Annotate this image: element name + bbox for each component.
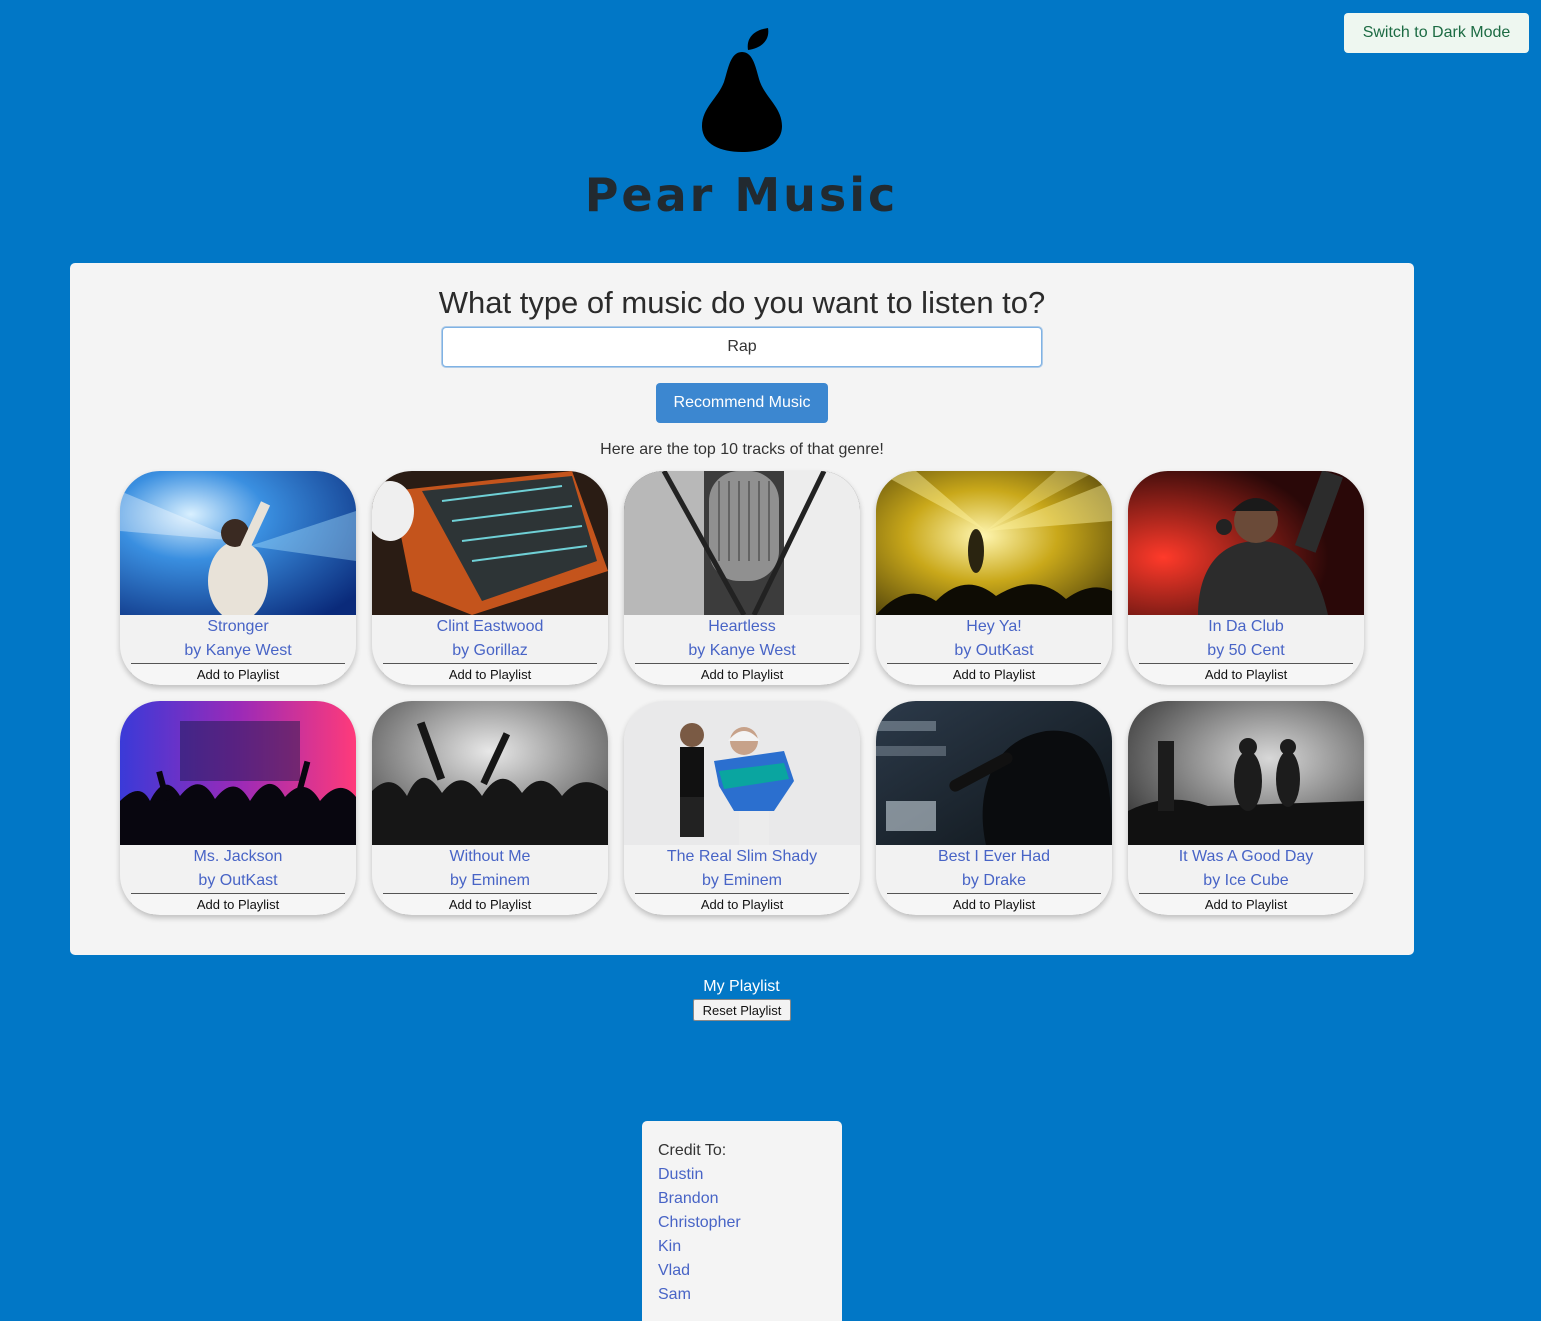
track-title[interactable]: Without Me xyxy=(372,845,608,869)
track-artist[interactable]: by Ice Cube xyxy=(1128,869,1364,893)
recommend-music-button[interactable]: Recommend Music xyxy=(656,383,828,423)
track-card: It Was A Good Day by Ice Cube Add to Pla… xyxy=(1128,701,1364,915)
results-caption: Here are the top 10 tracks of that genre… xyxy=(600,441,884,458)
track-title[interactable]: Hey Ya! xyxy=(876,615,1112,639)
track-artist[interactable]: by 50 Cent xyxy=(1128,639,1364,663)
credit-link-vlad[interactable]: Vlad xyxy=(658,1259,826,1283)
track-card: Stronger by Kanye West Add to Playlist xyxy=(120,471,356,685)
track-cover-image xyxy=(372,471,608,615)
track-title[interactable]: Best I Ever Had xyxy=(876,845,1112,869)
track-cover-image xyxy=(624,701,860,845)
track-cover-image xyxy=(120,701,356,845)
track-title[interactable]: Heartless xyxy=(624,615,860,639)
pear-logo-icon xyxy=(702,28,782,152)
track-cover-image xyxy=(120,471,356,615)
credit-link-brandon[interactable]: Brandon xyxy=(658,1187,826,1211)
genre-input[interactable] xyxy=(442,327,1042,367)
recommendation-panel: What type of music do you want to listen… xyxy=(70,263,1414,955)
track-cover-image xyxy=(1128,701,1364,845)
add-to-playlist-button[interactable]: Add to Playlist xyxy=(1139,893,1353,915)
track-cover-image xyxy=(876,471,1112,615)
track-title[interactable]: It Was A Good Day xyxy=(1128,845,1364,869)
add-to-playlist-button[interactable]: Add to Playlist xyxy=(383,663,597,685)
track-title[interactable]: Stronger xyxy=(120,615,356,639)
track-card: The Real Slim Shady by Eminem Add to Pla… xyxy=(624,701,860,915)
credit-link-sam[interactable]: Sam xyxy=(658,1283,826,1307)
track-title[interactable]: In Da Club xyxy=(1128,615,1364,639)
track-cover-image xyxy=(624,471,860,615)
brand-title: Pear Music xyxy=(584,168,899,222)
add-to-playlist-button[interactable]: Add to Playlist xyxy=(635,663,849,685)
track-cover-image xyxy=(1128,471,1364,615)
credit-link-christopher[interactable]: Christopher xyxy=(658,1211,826,1235)
add-to-playlist-button[interactable]: Add to Playlist xyxy=(131,663,345,685)
track-artist[interactable]: by Kanye West xyxy=(624,639,860,663)
credit-link-dustin[interactable]: Dustin xyxy=(658,1163,826,1187)
track-title[interactable]: Clint Eastwood xyxy=(372,615,608,639)
add-to-playlist-button[interactable]: Add to Playlist xyxy=(1139,663,1353,685)
credit-link-kin[interactable]: Kin xyxy=(658,1235,826,1259)
track-cover-image xyxy=(876,701,1112,845)
track-cover-image xyxy=(372,701,608,845)
track-card: Without Me by Eminem Add to Playlist xyxy=(372,701,608,915)
track-artist[interactable]: by Eminem xyxy=(372,869,608,893)
track-card: Best I Ever Had by Drake Add to Playlist xyxy=(876,701,1112,915)
credits-label: Credit To: xyxy=(658,1142,727,1159)
add-to-playlist-button[interactable]: Add to Playlist xyxy=(383,893,597,915)
genre-question: What type of music do you want to listen… xyxy=(438,285,1046,320)
track-card: Hey Ya! by OutKast Add to Playlist xyxy=(876,471,1112,685)
track-card: Heartless by Kanye West Add to Playlist xyxy=(624,471,860,685)
track-artist[interactable]: by Eminem xyxy=(624,869,860,893)
track-artist[interactable]: by OutKast xyxy=(876,639,1112,663)
add-to-playlist-button[interactable]: Add to Playlist xyxy=(635,893,849,915)
track-artist[interactable]: by OutKast xyxy=(120,869,356,893)
track-card: Clint Eastwood by Gorillaz Add to Playli… xyxy=(372,471,608,685)
reset-playlist-button[interactable]: Reset Playlist xyxy=(693,999,791,1021)
credits-box: Credit To: Dustin Brandon Christopher Ki… xyxy=(642,1121,842,1321)
track-title[interactable]: Ms. Jackson xyxy=(120,845,356,869)
track-card: Ms. Jackson by OutKast Add to Playlist xyxy=(120,701,356,915)
track-artist[interactable]: by Gorillaz xyxy=(372,639,608,663)
add-to-playlist-button[interactable]: Add to Playlist xyxy=(887,893,1101,915)
track-artist[interactable]: by Kanye West xyxy=(120,639,356,663)
add-to-playlist-button[interactable]: Add to Playlist xyxy=(131,893,345,915)
track-artist[interactable]: by Drake xyxy=(876,869,1112,893)
dark-mode-toggle-button[interactable]: Switch to Dark Mode xyxy=(1344,13,1529,53)
playlist-title: My Playlist xyxy=(703,978,780,995)
add-to-playlist-button[interactable]: Add to Playlist xyxy=(887,663,1101,685)
track-card: In Da Club by 50 Cent Add to Playlist xyxy=(1128,471,1364,685)
track-title[interactable]: The Real Slim Shady xyxy=(624,845,860,869)
